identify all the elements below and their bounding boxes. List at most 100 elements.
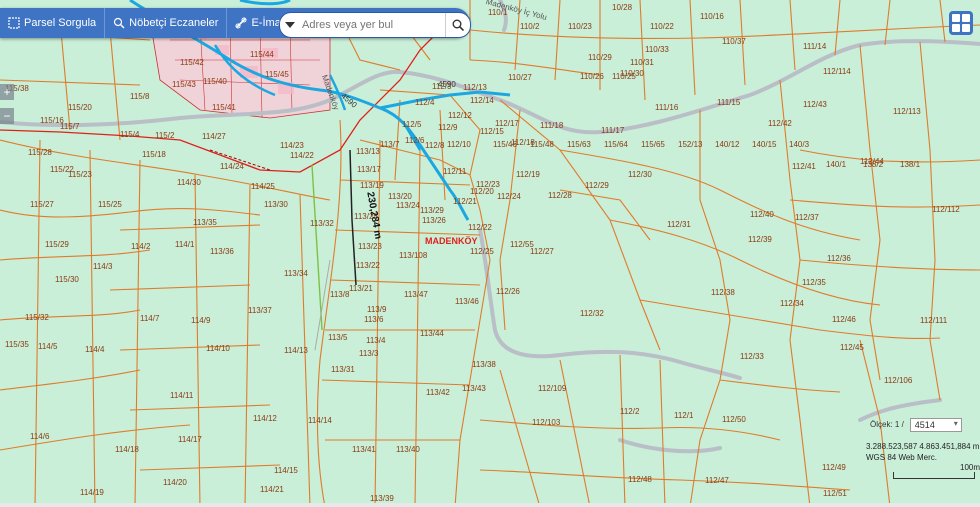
search-button[interactable]: [445, 13, 470, 37]
parcel-label[interactable]: 113/35: [193, 218, 217, 227]
parcel-label[interactable]: 112/9: [438, 123, 457, 132]
parcel-label[interactable]: 112/28: [548, 191, 572, 200]
parcel-label[interactable]: 112/15: [480, 127, 504, 136]
parcel-label[interactable]: 114/6: [30, 432, 49, 441]
parcel-label[interactable]: 115/28: [28, 148, 52, 157]
parcel-label[interactable]: 111/17: [601, 126, 624, 135]
parcel-label[interactable]: 112/51: [823, 489, 847, 498]
parcel-label[interactable]: 115/30: [55, 275, 79, 284]
parcel-label[interactable]: 114/27: [202, 132, 226, 141]
parcel-label[interactable]: 111/18: [540, 121, 563, 130]
parcel-label[interactable]: 113/26: [422, 216, 446, 225]
parcel-label[interactable]: 112/47: [705, 476, 729, 485]
parcel-label[interactable]: 112/114: [823, 67, 851, 76]
parcel-label[interactable]: 113/23: [358, 242, 382, 251]
parcel-label[interactable]: 113/29: [420, 206, 444, 215]
parcel-label[interactable]: 113/43: [462, 384, 486, 393]
parcel-label[interactable]: 112/3: [432, 82, 451, 91]
parcel-label[interactable]: 114/13: [284, 346, 308, 355]
parcel-label[interactable]: 112/30: [628, 170, 652, 179]
parcel-label[interactable]: 112/14: [470, 96, 494, 105]
parcel-label[interactable]: 112/11: [443, 167, 466, 176]
parcel-label[interactable]: 113/108: [399, 251, 427, 260]
parcel-label[interactable]: 113/34: [284, 269, 308, 278]
parcel-label[interactable]: 114/30: [177, 178, 201, 187]
parcel-label[interactable]: 110/29: [588, 53, 612, 62]
parcel-label[interactable]: 115/46: [493, 140, 517, 149]
parcel-label[interactable]: 110/16: [700, 12, 724, 21]
parcel-label[interactable]: 114/20: [163, 478, 187, 487]
parcel-label[interactable]: 113/32: [310, 219, 334, 228]
parcel-label[interactable]: 115/23: [68, 170, 92, 179]
parcel-label[interactable]: 112/113: [893, 107, 921, 116]
parcel-label[interactable]: 114/23: [280, 141, 304, 150]
parcel-label[interactable]: 111/14: [803, 42, 826, 51]
parcel-label[interactable]: 112/21: [453, 197, 477, 206]
parcel-label[interactable]: 113/21: [349, 284, 373, 293]
parcel-label[interactable]: 115/63: [567, 140, 591, 149]
parcel-label[interactable]: 114/19: [80, 488, 104, 497]
parcel-label[interactable]: 113/17: [357, 165, 381, 174]
parcel-label[interactable]: 115/16: [40, 116, 64, 125]
parcel-label[interactable]: 115/25: [98, 200, 122, 209]
parcel-label[interactable]: 112/103: [532, 418, 560, 427]
parcel-label[interactable]: 114/1: [175, 240, 194, 249]
parcel-label[interactable]: 113/25: [354, 212, 378, 221]
parcel-label[interactable]: 115/20: [68, 103, 92, 112]
parcel-label[interactable]: 110/33: [645, 45, 669, 54]
parcel-label[interactable]: 110/2: [520, 22, 539, 31]
parcel-label[interactable]: 115/43: [172, 80, 196, 89]
parcel-label[interactable]: 115/27: [30, 200, 54, 209]
parcel-label[interactable]: 140/15: [752, 140, 776, 149]
parcel-label[interactable]: 114/10: [206, 344, 230, 353]
parcel-label[interactable]: 140/1: [826, 160, 846, 169]
parcel-label[interactable]: 114/3: [93, 262, 112, 271]
parcel-label[interactable]: 113/19: [360, 181, 384, 190]
parcel-label[interactable]: 115/8: [130, 92, 149, 101]
parcel-label[interactable]: 112/31: [667, 220, 691, 229]
parcel-label[interactable]: 112/55: [510, 240, 534, 249]
parcel-label[interactable]: 112/29: [585, 181, 609, 190]
parcel-label[interactable]: 140/12: [715, 140, 739, 149]
zoom-in-button[interactable]: +: [0, 84, 14, 100]
parcel-label[interactable]: 113/40: [396, 445, 420, 454]
parcel-label[interactable]: 114/11: [170, 391, 193, 400]
parcel-label[interactable]: 110/37: [722, 37, 746, 46]
parcel-label[interactable]: 112/1: [674, 411, 693, 420]
parcel-label[interactable]: 111/15: [717, 98, 740, 107]
parcel-label[interactable]: 112/6: [405, 136, 424, 145]
parcel-label[interactable]: 112/49: [822, 463, 846, 472]
parcel-label[interactable]: 114/2: [131, 242, 150, 251]
parcel-label[interactable]: 115/44: [250, 50, 274, 59]
parcel-label[interactable]: 114/25: [251, 182, 275, 191]
parcel-label[interactable]: 114/4: [85, 345, 104, 354]
parcel-label[interactable]: 113/4: [366, 336, 385, 345]
parcel-label[interactable]: 115/4: [120, 130, 139, 139]
parcel-label[interactable]: 114/7: [140, 314, 159, 323]
parcel-label[interactable]: 112/40: [750, 210, 774, 219]
parcel-label[interactable]: 138/1: [900, 160, 920, 169]
parcel-label[interactable]: 115/45: [265, 70, 289, 79]
parcel-label[interactable]: 114/9: [191, 316, 210, 325]
parcel-label[interactable]: 112/41: [792, 162, 816, 171]
parcel-label[interactable]: 113/36: [210, 247, 234, 256]
parcel-label[interactable]: 112/106: [884, 376, 912, 385]
parcel-label[interactable]: 112/46: [832, 315, 856, 324]
scale-select[interactable]: 4514: [909, 417, 962, 432]
parcel-label[interactable]: 114/24: [220, 162, 244, 171]
parcel-label[interactable]: 112/10: [447, 140, 471, 149]
parcel-label[interactable]: 112/37: [795, 213, 819, 222]
parcel-label[interactable]: 110/31: [630, 58, 654, 67]
parcel-label[interactable]: 112/8: [425, 141, 444, 150]
parcel-label[interactable]: 115/35: [5, 340, 29, 349]
zoom-out-button[interactable]: −: [0, 108, 14, 124]
parcel-label[interactable]: 110/22: [650, 22, 674, 31]
parcel-label[interactable]: 114/18: [115, 445, 139, 454]
apps-grid-button[interactable]: [949, 11, 973, 35]
parcel-label[interactable]: 114/12: [253, 414, 277, 423]
parcel-label[interactable]: 112/33: [740, 352, 764, 361]
parcel-label[interactable]: 112/36: [827, 254, 851, 263]
parcel-label[interactable]: 152/13: [678, 140, 702, 149]
parcel-label[interactable]: 115/29: [45, 240, 69, 249]
parcel-label[interactable]: 112/50: [722, 415, 746, 424]
